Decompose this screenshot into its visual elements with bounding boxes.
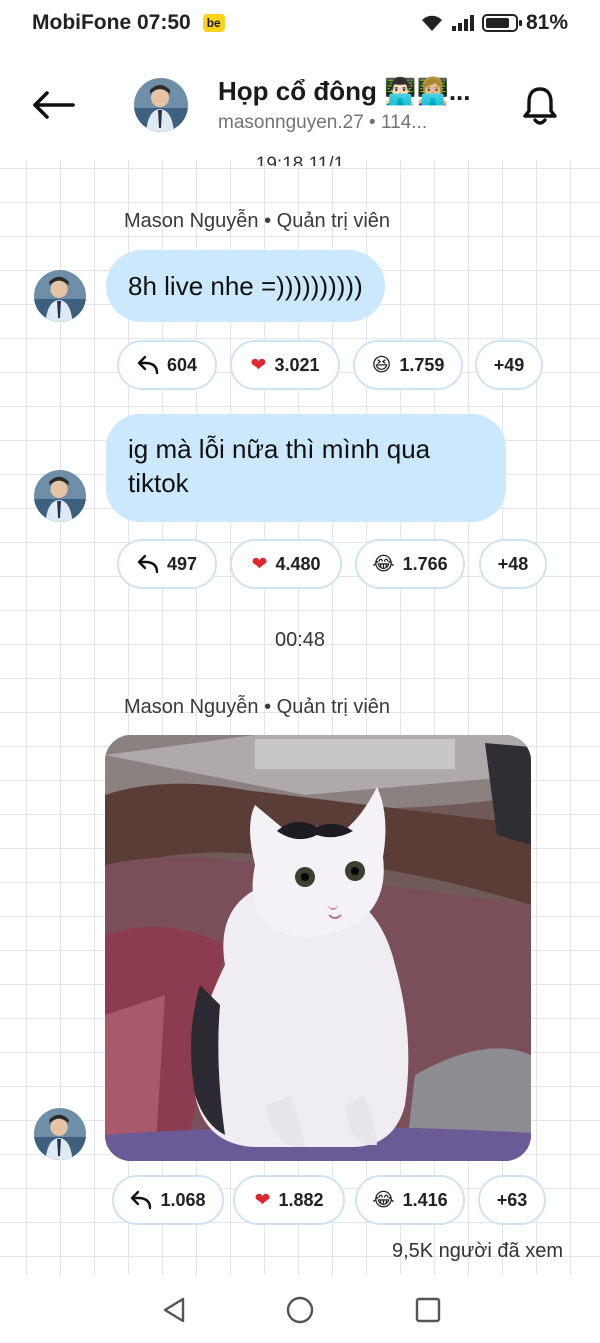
time-separator: 00:48	[274, 629, 326, 651]
avatar[interactable]	[34, 270, 86, 322]
reply-count: 604	[166, 354, 198, 375]
heart-reaction-pill[interactable]: ❤ 4.480	[230, 539, 342, 589]
bell-icon	[523, 87, 557, 125]
arrow-left-icon	[33, 91, 75, 119]
laugh-count: 1.766	[402, 553, 448, 574]
heart-count: 3.021	[274, 354, 320, 375]
grin-emoji-icon: 😆	[371, 354, 392, 376]
laugh-tears-emoji-icon: 😂	[372, 1189, 395, 1211]
chat-header: Họp cổ đông 👨🏻‍💻👩🏼‍💻... masonnguyen.27 •…	[0, 46, 600, 160]
reply-count: 497	[166, 553, 198, 574]
reply-icon	[137, 554, 159, 574]
sender-label: Mason Nguyễn • Quản trị viên	[124, 210, 391, 232]
message-text: 8h live nhe =))))))))))	[128, 271, 363, 301]
image-message[interactable]	[105, 735, 531, 1161]
message-text: ig mà lỗi nữa thì mình qua tiktok	[128, 434, 431, 498]
more-reactions-pill[interactable]: +49	[475, 340, 543, 390]
avatar[interactable]	[34, 1108, 86, 1160]
message-bubble[interactable]: ig mà lỗi nữa thì mình qua tiktok	[106, 414, 506, 522]
heart-count: 4.480	[275, 553, 321, 574]
chat-subtitle[interactable]: masonnguyen.27 • 114...	[218, 112, 427, 134]
system-nav-bar	[0, 1275, 600, 1343]
notification-button[interactable]	[516, 82, 564, 130]
status-left: MobiFone 07:50 be	[32, 11, 225, 35]
battery-percent: 81%	[525, 11, 568, 34]
nav-recents-button[interactable]	[412, 1295, 444, 1325]
message-bubble[interactable]: 8h live nhe =))))))))))	[106, 250, 385, 322]
cat-photo	[105, 735, 531, 1161]
chat-title[interactable]: Họp cổ đông 👨🏻‍💻👩🏼‍💻...	[218, 76, 478, 107]
be-app-icon: be	[202, 14, 225, 32]
signal-icon	[451, 15, 474, 31]
laugh-reaction-pill[interactable]: 😂 1.766	[355, 539, 465, 589]
reply-count-pill[interactable]: 497	[117, 539, 217, 589]
avatar[interactable]	[34, 470, 86, 522]
clipped-timestamp: 19:18 11/1	[255, 154, 345, 166]
heart-icon: ❤	[254, 1189, 271, 1211]
circle-home-icon	[286, 1296, 314, 1324]
heart-icon: ❤	[250, 354, 267, 376]
carrier-time: MobiFone 07:50	[32, 11, 191, 34]
laugh-tears-emoji-icon: 😂	[372, 553, 395, 575]
more-reactions-count: +49	[493, 354, 525, 375]
heart-count: 1.882	[278, 1189, 324, 1210]
heart-reaction-pill[interactable]: ❤ 1.882	[233, 1175, 345, 1225]
laugh-reaction-pill[interactable]: 😂 1.416	[355, 1175, 465, 1225]
more-reactions-count: +63	[496, 1189, 528, 1210]
square-recents-icon	[415, 1297, 441, 1323]
reply-count-pill[interactable]: 604	[117, 340, 217, 390]
reply-icon	[137, 355, 159, 375]
triangle-back-icon	[163, 1297, 185, 1323]
back-button[interactable]	[28, 82, 78, 128]
group-avatar[interactable]	[134, 78, 188, 132]
nav-home-button[interactable]	[284, 1295, 316, 1325]
heart-reaction-pill[interactable]: ❤ 3.021	[230, 340, 340, 390]
status-bar: MobiFone 07:50 be 81%	[0, 0, 600, 46]
status-right: 81%	[420, 11, 568, 35]
more-reactions-pill[interactable]: +48	[479, 539, 547, 589]
battery-icon	[481, 14, 522, 32]
more-reactions-pill[interactable]: +63	[478, 1175, 546, 1225]
wifi-icon	[421, 15, 442, 31]
more-reactions-count: +48	[497, 553, 529, 574]
reply-count: 1.068	[160, 1189, 206, 1210]
reply-icon	[130, 1190, 152, 1210]
nav-back-button[interactable]	[158, 1295, 190, 1325]
heart-icon: ❤	[251, 553, 268, 575]
seen-count: 9,5K người đã xem	[391, 1240, 563, 1262]
laugh-reaction-pill[interactable]: 😆 1.759	[353, 340, 463, 390]
laugh-count: 1.759	[399, 354, 445, 375]
reply-count-pill[interactable]: 1.068	[112, 1175, 224, 1225]
laugh-count: 1.416	[402, 1189, 448, 1210]
sender-label: Mason Nguyễn • Quản trị viên	[124, 696, 391, 718]
